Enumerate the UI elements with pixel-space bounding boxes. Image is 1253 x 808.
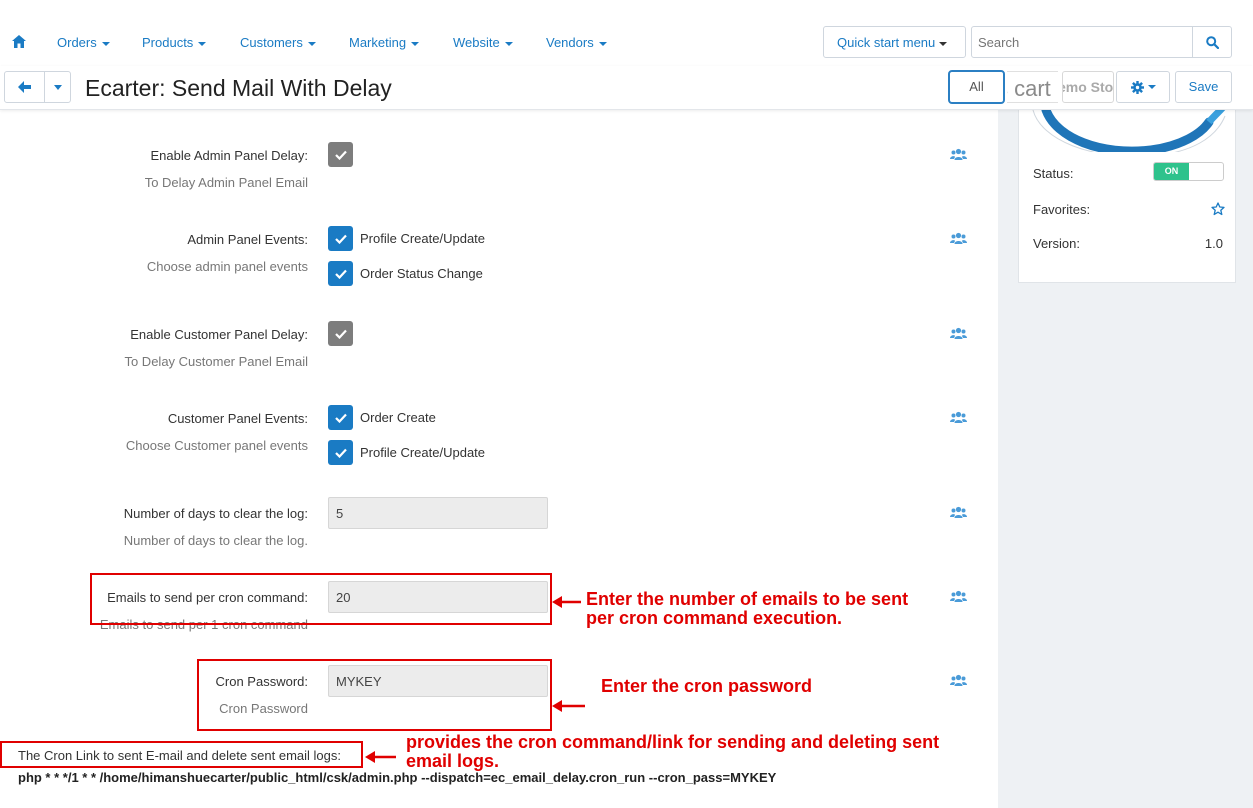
caret-down-icon	[307, 41, 316, 46]
customer-event-order-create-label: Order Create	[360, 410, 436, 425]
favorites-label: Favorites:	[1033, 202, 1091, 217]
users-icon[interactable]	[950, 327, 967, 340]
caret-down-icon	[101, 41, 110, 46]
customer-event-order-create-checkbox[interactable]	[328, 405, 353, 430]
nav-vendors[interactable]: Vendors	[546, 35, 607, 50]
back-dropdown-button[interactable]	[44, 71, 71, 103]
admin-event-profile-checkbox[interactable]	[328, 226, 353, 251]
customer-delay-checkbox[interactable]	[328, 321, 353, 346]
nav-customers[interactable]: Customers	[240, 35, 316, 50]
nav-label: Products	[142, 35, 194, 50]
check-icon	[334, 448, 347, 458]
version-value: 1.0	[1204, 236, 1223, 251]
back-button[interactable]	[4, 71, 45, 103]
save-button[interactable]: Save	[1175, 71, 1232, 103]
admin-event-order-status-checkbox[interactable]	[328, 261, 353, 286]
customer-delay-label: Enable Customer Panel Delay:	[130, 327, 308, 342]
nav-orders[interactable]: Orders	[57, 35, 110, 50]
caret-down-icon	[939, 41, 948, 46]
page-title: Ecarter: Send Mail With Delay	[85, 75, 392, 101]
status-label: Status:	[1033, 166, 1074, 181]
customer-events-label: Customer Panel Events:	[167, 411, 308, 426]
users-icon[interactable]	[950, 506, 967, 519]
star-icon[interactable]	[1211, 202, 1225, 216]
annotation-arrow-icon	[365, 751, 396, 763]
nav-label: Marketing	[349, 35, 407, 50]
annotation-arrow-icon	[552, 700, 585, 712]
annotation-box-password	[197, 659, 552, 731]
check-icon	[334, 234, 347, 244]
search-button[interactable]	[1192, 26, 1232, 58]
arrow-left-icon	[18, 81, 31, 93]
addon-info-card: Status: ON Favorites: Version: 1.0	[1018, 110, 1236, 283]
cron-command-text: php * * */1 * * /home/himanshuecarter/pu…	[18, 770, 777, 785]
caret-down-icon	[53, 84, 62, 90]
top-navigation: Orders Products Customers Marketing Webs…	[0, 0, 1253, 66]
search-input[interactable]	[971, 26, 1193, 58]
annotation-emails-text: Enter the number of emails to be sent pe…	[586, 589, 909, 628]
demo-store-logo-button[interactable]: emo Sto	[1062, 71, 1114, 103]
admin-events-desc: Choose admin panel events	[146, 259, 308, 274]
users-icon[interactable]	[950, 590, 967, 603]
caret-down-icon	[504, 41, 513, 46]
nav-label: Orders	[57, 35, 97, 50]
caret-down-icon	[1147, 85, 1156, 89]
addon-logo	[1031, 110, 1226, 152]
check-icon	[334, 413, 347, 423]
caret-down-icon	[411, 41, 420, 46]
users-icon[interactable]	[950, 232, 967, 245]
addon-info-sidebar: Status: ON Favorites: Version: 1.0	[998, 110, 1253, 808]
status-toggle-on: ON	[1154, 163, 1189, 180]
caret-down-icon	[598, 41, 607, 46]
store-logo-button[interactable]: s cart	[1007, 71, 1058, 103]
search-icon	[1205, 35, 1219, 49]
admin-event-profile-label: Profile Create/Update	[360, 231, 486, 246]
gear-icon	[1130, 80, 1144, 94]
all-stores-button[interactable]: All	[948, 70, 1005, 104]
nav-products[interactable]: Products	[142, 35, 207, 50]
settings-menu-button[interactable]	[1116, 71, 1170, 103]
customer-delay-desc: To Delay Customer Panel Email	[124, 354, 308, 369]
version-label: Version:	[1033, 236, 1080, 251]
check-icon	[334, 329, 347, 339]
caret-down-icon	[198, 41, 207, 46]
users-icon[interactable]	[950, 411, 967, 424]
log-days-desc: Number of days to clear the log.	[123, 533, 308, 548]
users-icon[interactable]	[950, 674, 967, 687]
quick-start-menu-button[interactable]: Quick start menu	[823, 26, 966, 58]
admin-delay-desc: To Delay Admin Panel Email	[144, 175, 308, 190]
customer-events-desc: Choose Customer panel events	[125, 438, 308, 453]
admin-event-order-status-label: Order Status Change	[360, 266, 483, 281]
status-toggle[interactable]: ON	[1153, 162, 1224, 181]
nav-label: Vendors	[546, 35, 594, 50]
check-icon	[334, 150, 347, 160]
nav-marketing[interactable]: Marketing	[349, 35, 420, 50]
log-days-label: Number of days to clear the log:	[123, 506, 308, 521]
customer-event-profile-label: Profile Create/Update	[360, 445, 486, 460]
check-icon	[334, 269, 347, 279]
users-icon[interactable]	[950, 148, 967, 161]
title-bar: Ecarter: Send Mail With Delay All s cart…	[0, 66, 1253, 110]
nav-label: Customers	[240, 35, 303, 50]
annotation-password-text: Enter the cron password	[601, 676, 813, 696]
customer-event-profile-checkbox[interactable]	[328, 440, 353, 465]
nav-website[interactable]: Website	[453, 35, 513, 50]
admin-delay-checkbox[interactable]	[328, 142, 353, 167]
annotation-cron-link-text: provides the cron command/link for sendi…	[406, 732, 940, 771]
admin-delay-label: Enable Admin Panel Delay:	[150, 148, 308, 163]
store-logo-text: emo Sto	[1062, 79, 1114, 95]
store-logo-text: s cart	[1007, 76, 1051, 101]
annotation-arrow-icon	[552, 596, 581, 608]
nav-label: Website	[453, 35, 500, 50]
annotation-box-cron-link	[0, 741, 363, 768]
home-icon[interactable]	[12, 35, 26, 49]
quick-start-label: Quick start menu	[837, 35, 936, 50]
annotation-box-emails	[90, 573, 552, 625]
log-days-input[interactable]	[328, 497, 548, 529]
admin-events-label: Admin Panel Events:	[187, 232, 308, 247]
